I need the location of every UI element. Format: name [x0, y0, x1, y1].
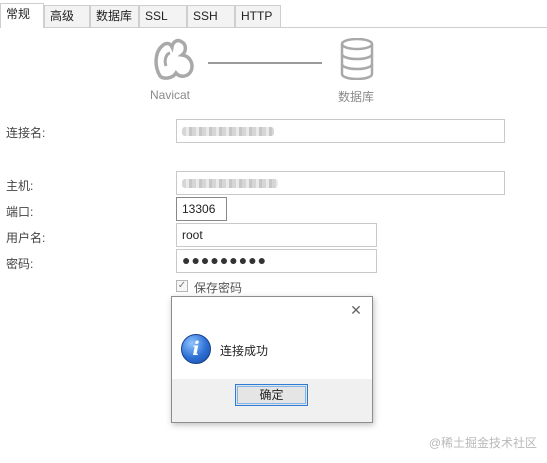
port-field[interactable]: 13306 [176, 197, 227, 221]
username-field[interactable]: root [176, 223, 377, 247]
password-field[interactable]: ●●●●●●●●● [176, 249, 377, 273]
host-field[interactable] [176, 171, 505, 195]
save-password-label: 保存密码 [194, 281, 243, 295]
dialog-message: 连接成功 [220, 344, 269, 358]
save-password-checkbox[interactable]: ✓ [176, 280, 188, 292]
close-icon[interactable]: ✕ [349, 303, 363, 317]
connection-illustration: Navicat 数据库 [150, 36, 390, 106]
redacted-text [182, 179, 278, 188]
tab-databases[interactable]: 数据库 [90, 5, 139, 27]
tab-label: SSH [193, 9, 218, 23]
tab-label: 高级 [50, 9, 75, 23]
connection-name-label: 连接名: [6, 126, 46, 140]
username-label: 用户名: [6, 231, 46, 245]
tab-bar-divider [0, 27, 547, 28]
password-label: 密码: [6, 257, 34, 271]
tab-label: 常规 [6, 7, 31, 21]
navicat-label: Navicat [150, 88, 191, 102]
tab-label: 数据库 [96, 9, 133, 23]
dialog-body: i 连接成功 [172, 325, 372, 379]
redacted-text [182, 127, 274, 136]
connection-name-field[interactable] [176, 119, 505, 143]
message-dialog: ✕ i 连接成功 确定 [171, 296, 373, 423]
port-label: 端口: [6, 205, 34, 219]
tab-bar: 常规 高级 数据库 SSL SSH HTTP [0, 0, 547, 28]
dialog-footer: 确定 [172, 379, 372, 422]
dialog-titlebar: ✕ [172, 297, 372, 325]
database-label: 数据库 [338, 90, 375, 104]
database-icon [340, 38, 374, 80]
tab-advanced[interactable]: 高级 [44, 5, 90, 27]
info-icon: i [181, 334, 211, 364]
tab-ssl[interactable]: SSL [139, 5, 187, 27]
navicat-logo-icon [154, 38, 194, 80]
tab-http[interactable]: HTTP [235, 5, 281, 27]
tab-label: SSL [145, 9, 168, 23]
watermark: @稀土掘金技术社区 [428, 436, 537, 450]
host-label: 主机: [6, 179, 34, 193]
tab-label: HTTP [241, 9, 273, 23]
connection-line [208, 62, 322, 64]
tab-ssh[interactable]: SSH [187, 5, 235, 27]
ok-button[interactable]: 确定 [235, 384, 308, 406]
tab-general[interactable]: 常规 [0, 3, 44, 28]
